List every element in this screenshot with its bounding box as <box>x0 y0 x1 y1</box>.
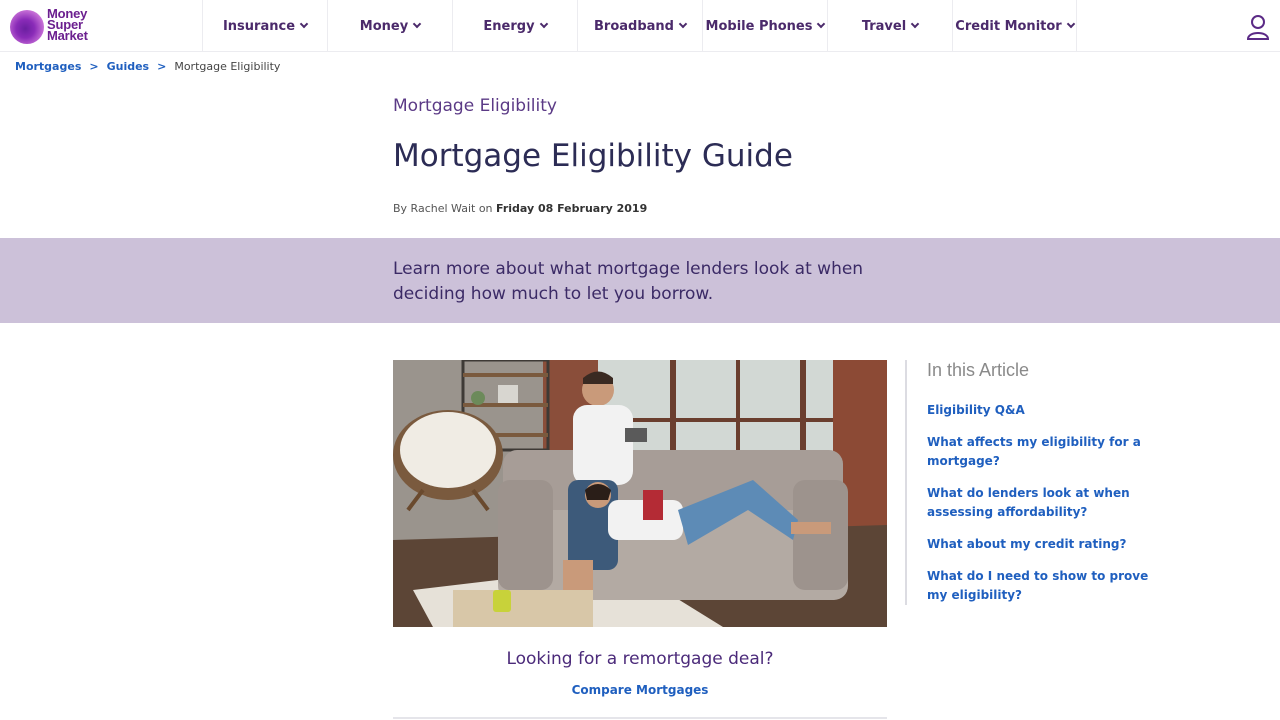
nav-item-label: Mobile Phones <box>705 18 813 34</box>
byline-date: Friday 08 February 2019 <box>496 202 648 215</box>
breadcrumb-link-mortgages[interactable]: Mortgages <box>15 60 81 73</box>
chevron-down-icon <box>910 19 920 29</box>
moneysupermarket-logo[interactable]: Money Super Market <box>10 7 105 46</box>
nav-item-money[interactable]: Money <box>327 0 452 52</box>
nav-item-travel[interactable]: Travel <box>827 0 952 52</box>
breadcrumb-separator: > <box>89 60 99 73</box>
hero-image <box>393 360 887 627</box>
chevron-down-icon <box>1066 19 1075 29</box>
nav-item-label: Broadband <box>594 18 674 34</box>
logo-circle-icon <box>10 10 44 44</box>
breadcrumb-current: Mortgage Eligibility <box>174 60 281 73</box>
remortgage-question: Looking for a remortgage deal? <box>506 649 774 669</box>
nav-item-label: Travel <box>861 18 907 34</box>
breadcrumb: Mortgages > Guides > Mortgage Eligibilit… <box>15 60 280 73</box>
breadcrumb-link-guides[interactable]: Guides <box>107 60 150 73</box>
toc-link-prove-eligibility[interactable]: What do I need to show to prove my eligi… <box>927 567 1157 605</box>
logo-wordmark: Money Super Market <box>47 7 88 43</box>
intro-banner: Learn more about what mortgage lenders l… <box>0 238 1280 323</box>
chevron-down-icon <box>678 19 688 29</box>
toc-link-credit-rating[interactable]: What about my credit rating? <box>927 535 1157 554</box>
nav-item-energy[interactable]: Energy <box>452 0 577 52</box>
toc-link-affects-eligibility[interactable]: What affects my eligibility for a mortga… <box>927 433 1157 471</box>
breadcrumb-separator: > <box>157 60 167 73</box>
nav-item-mobile-phones[interactable]: Mobile Phones <box>702 0 827 52</box>
toc-title: In this Article <box>927 360 1030 380</box>
user-icon[interactable] <box>1246 14 1270 40</box>
top-navigation: Money Super Market Insurance Money Energ… <box>0 0 1280 52</box>
chevron-down-icon <box>817 19 826 29</box>
logo-line-3: Market <box>47 28 88 43</box>
chevron-down-icon <box>539 19 548 29</box>
chevron-down-icon <box>299 19 309 29</box>
intro-text: Learn more about what mortgage lenders l… <box>393 259 864 304</box>
toc-link-affordability[interactable]: What do lenders look at when assessing a… <box>927 484 1157 522</box>
nav-item-broadband[interactable]: Broadband <box>577 0 702 52</box>
chevron-down-icon <box>412 19 422 29</box>
nav-item-credit-monitor[interactable]: Credit Monitor <box>952 0 1077 52</box>
main-nav: Insurance Money Energy Broadband Mobile … <box>202 0 1077 52</box>
byline-author: By Rachel Wait on <box>393 202 493 215</box>
compare-mortgages-link[interactable]: Compare Mortgages <box>393 683 887 697</box>
divider <box>393 717 887 719</box>
nav-item-label: Insurance <box>222 18 296 34</box>
nav-item-label: Money <box>359 18 409 34</box>
nav-item-label: Energy <box>483 18 535 34</box>
nav-item-label: Credit Monitor <box>955 18 1062 34</box>
article-category: Mortgage Eligibility <box>393 96 557 116</box>
article-byline: By Rachel Wait on Friday 08 February 201… <box>393 202 647 215</box>
page-title: Mortgage Eligibility Guide <box>393 138 793 174</box>
article-toc: In this Article Eligibility Q&A What aff… <box>905 360 1165 605</box>
nav-item-insurance[interactable]: Insurance <box>202 0 327 52</box>
toc-link-eligibility-qa[interactable]: Eligibility Q&A <box>927 401 1157 420</box>
